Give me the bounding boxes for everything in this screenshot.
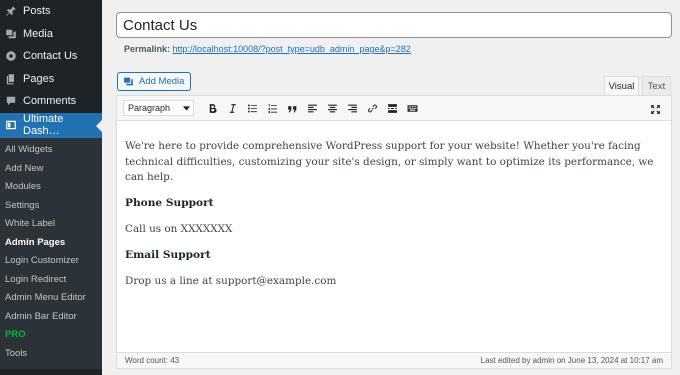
italic-icon (229, 103, 236, 113)
permalink-label: Permalink: (124, 44, 171, 54)
add-media-icon (124, 77, 133, 86)
submenu-item-admin-bar-editor[interactable]: Admin Bar Editor (0, 307, 102, 326)
fullscreen-icon (650, 104, 660, 114)
sidebar-item-label: Ultimate Dash… (23, 113, 64, 137)
read-more-button[interactable] (382, 98, 402, 118)
active-menu-arrow (96, 119, 102, 132)
align-center-button[interactable] (322, 98, 342, 118)
format-select[interactable]: Paragraph (123, 100, 194, 116)
sidebar-item-comments[interactable]: Comments (0, 90, 102, 113)
phone-support-text: Call us on XXXXXXX (125, 223, 233, 235)
pin-icon (5, 5, 17, 17)
submenu-item-pro[interactable]: PRO (0, 326, 102, 345)
last-edited: Last edited by admin on June 13, 2024 at… (480, 356, 663, 365)
bold-button[interactable] (202, 98, 222, 118)
submenu-item-login-customizer[interactable]: Login Customizer (0, 252, 102, 271)
bold-icon (209, 103, 217, 113)
word-count: Word count: 43 (125, 356, 180, 365)
tab-visual[interactable]: Visual (604, 76, 639, 95)
align-right-icon (347, 104, 357, 112)
phone-support-heading: Phone Support (125, 197, 214, 209)
numbered-list-button[interactable] (262, 98, 282, 118)
email-support-heading: Email Support (125, 249, 211, 261)
submenu-item-add-new[interactable]: Add New (0, 159, 102, 178)
editor-status-bar: Word count: 43 Last edited by admin on J… (117, 352, 671, 368)
add-media-button[interactable]: Add Media (117, 72, 192, 91)
submenu-item-settings[interactable]: Settings (0, 196, 102, 215)
keyboard-icon (407, 104, 417, 112)
quote-icon (287, 105, 296, 112)
tab-text[interactable]: Text (642, 76, 671, 95)
submenu-item-admin-menu-editor[interactable]: Admin Menu Editor (0, 289, 102, 308)
bullet-list-icon (247, 104, 257, 112)
bulleted-list-button[interactable] (242, 98, 262, 118)
submenu-item-white-label[interactable]: White Label (0, 215, 102, 234)
submenu-item-all-widgets[interactable]: All Widgets (0, 141, 102, 160)
submenu-item-tools[interactable]: Tools (0, 344, 102, 363)
editor-content[interactable]: We're here to provide comprehensive Word… (117, 121, 671, 290)
sidebar-item-posts[interactable]: Posts (0, 0, 102, 23)
sidebar-item-contact-us[interactable]: Contact Us (0, 45, 102, 68)
sidebar-item-media[interactable]: Media (0, 23, 102, 46)
sidebar-item-label: Contact Us (23, 50, 78, 63)
blockquote-button[interactable] (282, 98, 302, 118)
format-select-value: Paragraph (128, 103, 171, 113)
permalink-link[interactable]: http://localhost:10008/?post_type=udb_ad… (173, 44, 411, 54)
distraction-free-button[interactable] (645, 99, 665, 119)
permalink: Permalink: http://localhost:10008/?post_… (124, 44, 411, 54)
sidebar-submenu: All Widgets Add New Modules Settings Whi… (0, 137, 102, 369)
intro-paragraph: We're here to provide comprehensive Word… (125, 140, 654, 183)
chevron-down-icon (183, 105, 190, 111)
post-title-input[interactable]: Contact Us (116, 12, 672, 38)
align-center-icon (327, 104, 337, 112)
align-left-button[interactable] (302, 98, 322, 118)
sidebar-item-label: Comments (23, 95, 77, 108)
sidebar-item-label: Media (23, 27, 53, 40)
media-icon (5, 28, 17, 40)
sidebar-item-label: Pages (23, 72, 55, 85)
gear-icon (5, 50, 17, 62)
comment-icon (5, 95, 17, 107)
sidebar-item-ultimate-dashboard[interactable]: Ultimate Dash… (0, 112, 102, 138)
link-icon (367, 104, 377, 112)
submenu-item-login-redirect[interactable]: Login Redirect (0, 270, 102, 289)
numbered-list-icon (267, 103, 277, 113)
submenu-item-modules[interactable]: Modules (0, 178, 102, 197)
submenu-item-admin-pages[interactable]: Admin Pages (0, 233, 102, 252)
dashboard-icon (5, 119, 17, 131)
italic-button[interactable] (222, 98, 242, 118)
insert-link-button[interactable] (362, 98, 382, 118)
read-more-icon (387, 103, 397, 113)
content-editor: Paragraph We're here to provide comprehe… (116, 95, 672, 369)
align-right-button[interactable] (342, 98, 362, 118)
admin-sidebar: Posts Media Contact Us Pages Comments Ul… (0, 0, 102, 375)
add-media-label: Add Media (139, 76, 185, 87)
email-support-text: Drop us a line at support@example.com (125, 275, 337, 287)
align-left-icon (307, 104, 317, 112)
sidebar-item-pages[interactable]: Pages (0, 68, 102, 91)
sidebar-item-label: Posts (23, 5, 51, 18)
editor-toolbar: Paragraph (117, 96, 671, 121)
toolbar-toggle-button[interactable] (402, 98, 422, 118)
pages-icon (5, 73, 17, 85)
